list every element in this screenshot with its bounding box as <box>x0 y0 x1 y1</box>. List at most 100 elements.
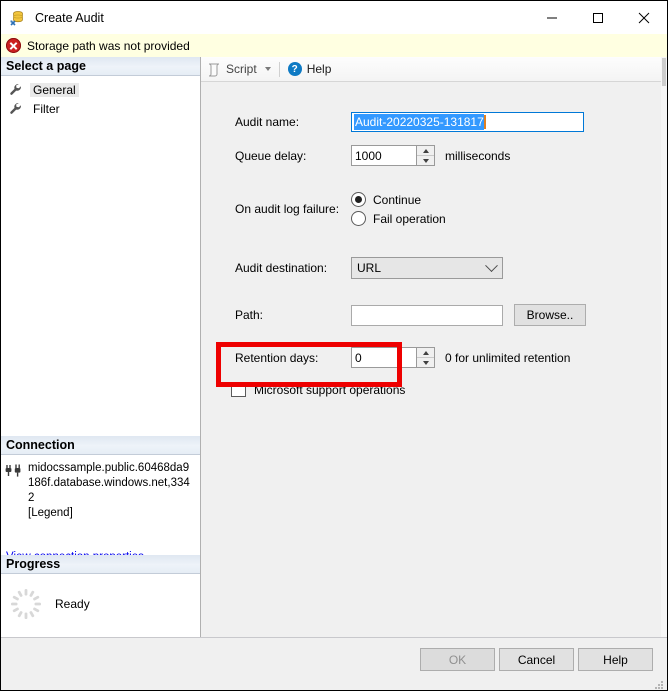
audit-name-label: Audit name: <box>235 115 300 129</box>
queue-delay-increment-button[interactable] <box>417 146 434 156</box>
chevron-down-icon <box>485 258 498 272</box>
sql-audit-icon <box>10 10 26 26</box>
radio-fail-operation-label: Fail operation <box>373 211 446 226</box>
retention-days-increment-button[interactable] <box>417 348 434 358</box>
create-audit-dialog: Create Audit Storage path was not provid… <box>0 0 668 691</box>
audit-destination-row: Audit destination: URL <box>235 257 503 279</box>
arrow-up-icon <box>422 148 429 153</box>
radio-option-fail-operation[interactable]: Fail operation <box>351 209 446 228</box>
scrollbar-thumb[interactable] <box>662 58 666 86</box>
arrow-down-icon <box>422 158 429 163</box>
progress-section: Progress Ready <box>1 555 200 621</box>
select-a-page-header: Select a page <box>1 57 200 76</box>
sidebar-item-general-label: General <box>30 82 79 97</box>
script-button-label: Script <box>226 62 257 76</box>
script-icon <box>207 62 222 77</box>
progress-status-text: Ready <box>55 597 90 611</box>
cancel-button-label: Cancel <box>517 652 556 667</box>
error-circle-x-icon <box>6 38 21 53</box>
queue-delay-stepper-buttons[interactable] <box>416 146 434 165</box>
browse-button-label: Browse.. <box>526 308 574 322</box>
on-audit-log-failure-row: On audit log failure: Continue Fail oper… <box>235 190 446 228</box>
help-button[interactable]: ? Help <box>287 62 332 76</box>
help-button-label: Help <box>306 62 332 76</box>
content-toolbar: Script ? Help <box>201 57 667 82</box>
queue-delay-decrement-button[interactable] <box>417 156 434 165</box>
script-button[interactable]: Script <box>207 62 271 77</box>
arrow-down-icon <box>422 360 429 365</box>
audit-name-input[interactable]: Audit-20220325-131817 <box>351 112 584 132</box>
wrench-icon <box>9 102 23 116</box>
retention-days-stepper-buttons[interactable] <box>416 348 434 367</box>
audit-name-row: Audit name: Audit-20220325-131817 <box>235 112 584 132</box>
progress-header: Progress <box>1 555 200 574</box>
connection-header: Connection <box>1 436 200 455</box>
connection-body: midocssample.public.60468da9186f.databas… <box>1 455 200 521</box>
sidebar: Select a page General Filter Connection … <box>1 57 201 637</box>
content-pane: Script ? Help Audit name: Audit-20220325… <box>201 57 667 637</box>
sidebar-item-general[interactable]: General <box>1 80 200 99</box>
error-message-text: Storage path was not provided <box>27 38 190 53</box>
minimize-button[interactable] <box>529 1 575 34</box>
ok-button-label: OK <box>448 652 467 667</box>
path-row: Path: Browse.. <box>235 304 586 326</box>
queue-delay-value: 1000 <box>355 148 382 163</box>
browse-button[interactable]: Browse.. <box>514 304 586 326</box>
retention-days-value: 0 <box>355 350 362 365</box>
window-controls <box>529 1 667 34</box>
help-footer-button-label: Help <box>603 652 628 667</box>
on-audit-log-failure-options: Continue Fail operation <box>351 190 446 228</box>
error-message-bar: Storage path was not provided <box>1 34 667 57</box>
cancel-button[interactable]: Cancel <box>499 648 574 671</box>
radio-continue-indicator[interactable] <box>351 192 366 207</box>
radio-option-continue[interactable]: Continue <box>351 190 446 209</box>
maximize-button[interactable] <box>575 1 621 34</box>
audit-form: Audit name: Audit-20220325-131817 Queue … <box>201 82 667 636</box>
connection-user: [Legend] <box>28 507 73 519</box>
path-label: Path: <box>235 308 264 322</box>
on-audit-log-failure-label: On audit log failure: <box>235 202 340 216</box>
microsoft-support-operations-label: Microsoft support operations <box>254 382 406 397</box>
audit-destination-label: Audit destination: <box>235 261 328 275</box>
retention-days-label: Retention days: <box>235 350 319 365</box>
microsoft-support-operations-checkbox[interactable] <box>231 382 246 397</box>
queue-delay-stepper[interactable]: 1000 <box>351 145 435 166</box>
close-button[interactable] <box>621 1 667 34</box>
progress-body: Ready <box>1 574 200 621</box>
audit-destination-value: URL <box>357 261 382 275</box>
text-caret <box>483 115 486 129</box>
page-list: General Filter <box>1 76 200 118</box>
loading-spinner-icon <box>9 587 43 621</box>
ok-button[interactable]: OK <box>420 648 495 671</box>
connection-server-text: midocssample.public.60468da9186f.databas… <box>28 461 194 521</box>
radio-continue-label: Continue <box>373 192 422 207</box>
content-vertical-scrollbar[interactable] <box>661 57 667 637</box>
connection-section: Connection midocssample.public.60468da91… <box>1 436 200 563</box>
help-question-icon: ? <box>287 62 302 76</box>
sidebar-item-filter[interactable]: Filter <box>1 99 200 118</box>
queue-delay-units: milliseconds <box>445 148 511 163</box>
window-title: Create Audit <box>35 10 104 25</box>
resize-grip-icon[interactable] <box>654 677 664 689</box>
audit-name-value: Audit-20220325-131817 <box>354 114 484 130</box>
microsoft-support-operations-row[interactable]: Microsoft support operations <box>231 382 405 397</box>
wrench-icon <box>9 83 23 97</box>
queue-delay-row: Queue delay: 1000 milliseconds <box>235 145 510 166</box>
path-input[interactable] <box>351 304 503 326</box>
connection-plug-icon <box>5 463 23 479</box>
arrow-up-icon <box>422 350 429 355</box>
audit-destination-select[interactable]: URL <box>351 257 503 279</box>
retention-days-stepper[interactable]: 0 <box>351 347 435 368</box>
sidebar-item-filter-label: Filter <box>33 101 60 116</box>
help-footer-button[interactable]: Help <box>578 648 653 671</box>
retention-days-hint: 0 for unlimited retention <box>445 350 571 365</box>
queue-delay-label: Queue delay: <box>235 148 307 163</box>
title-bar: Create Audit <box>1 1 667 34</box>
toolbar-separator <box>278 61 280 77</box>
retention-days-row: Retention days: 0 0 for unlimited retent… <box>235 347 570 368</box>
connection-server: midocssample.public.60468da9186f.databas… <box>28 462 190 504</box>
retention-days-decrement-button[interactable] <box>417 358 434 367</box>
radio-fail-operation-indicator[interactable] <box>351 211 366 226</box>
chevron-down-icon[interactable] <box>264 67 271 71</box>
dialog-footer: OK Cancel Help <box>1 637 667 690</box>
